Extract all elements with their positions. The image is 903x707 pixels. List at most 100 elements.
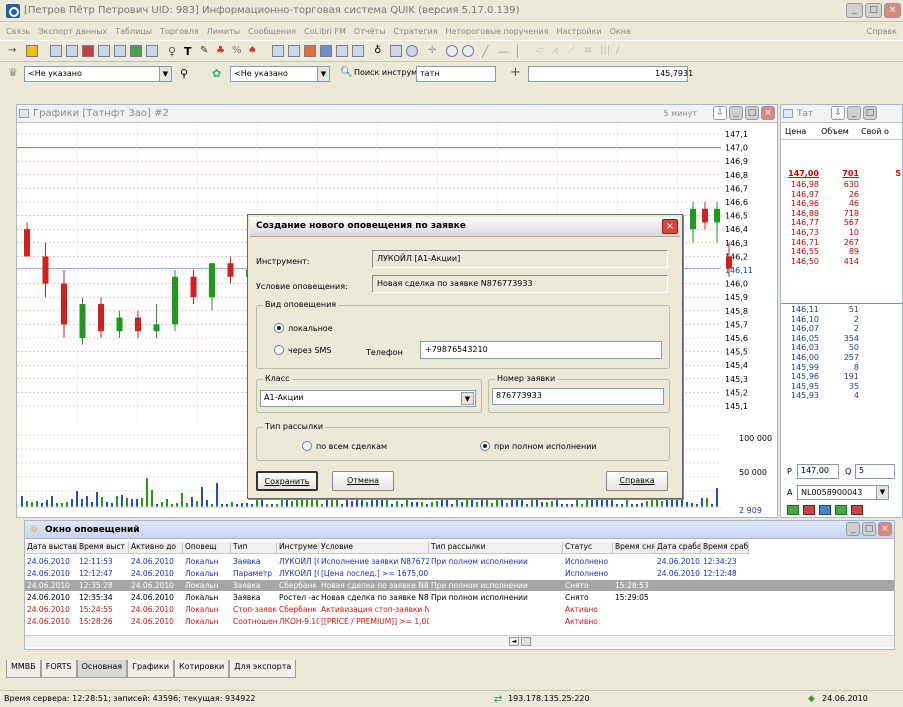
tab-3[interactable]: Графики <box>127 660 175 678</box>
chart-table-icon[interactable] <box>272 45 284 57</box>
timeframe-label[interactable]: 5 минут <box>664 109 698 118</box>
sell-row-volume[interactable]: 567 <box>821 218 859 227</box>
chevron-down-icon[interactable]: ▼ <box>317 67 329 81</box>
buy-row-volume[interactable]: 354 <box>821 334 859 343</box>
menu-item-help[interactable]: Справк <box>867 27 897 36</box>
radio-full-execution[interactable] <box>480 441 490 451</box>
column-header[interactable]: Оповещ <box>183 542 231 554</box>
alerts-minimize-button[interactable]: _ <box>846 522 860 536</box>
sell-row-price[interactable]: 146,98 <box>781 180 819 189</box>
col-volume-header[interactable]: Объем <box>821 127 861 136</box>
buy-row-price[interactable]: 146,00 <box>781 353 819 362</box>
vline-tool-icon[interactable]: │ <box>514 45 526 58</box>
chevron-down-icon[interactable]: ▼ <box>876 486 888 499</box>
buy-market-icon[interactable] <box>835 505 847 515</box>
channel-tool-icon[interactable]: ▱ <box>536 45 548 57</box>
tab-0[interactable]: ММВБ <box>6 660 41 678</box>
chart-maximize-button[interactable]: □ <box>745 106 759 120</box>
sell-row-price[interactable]: 146,96 <box>781 199 819 208</box>
menu-item-tables[interactable]: Таблицы <box>115 27 152 36</box>
column-header[interactable]: Активно до <box>129 542 183 554</box>
menu-item-connection[interactable]: Связь <box>6 27 30 36</box>
column-header[interactable]: Время срабат <box>701 542 749 554</box>
dialog-close-button[interactable]: × <box>662 219 678 234</box>
best-offer-price[interactable]: 147,00 <box>781 169 819 178</box>
buy-row-price[interactable]: 146,11 <box>781 305 819 314</box>
table2-icon[interactable] <box>66 45 78 57</box>
sell-row-price[interactable]: 146,55 <box>781 247 819 256</box>
plus-icon[interactable]: + <box>510 65 521 80</box>
chart-close-button[interactable]: × <box>761 106 775 120</box>
sell-row-volume[interactable]: 89 <box>821 247 859 256</box>
sell-row-price[interactable]: 146,97 <box>781 190 819 199</box>
buy-row-volume[interactable]: 2 <box>821 324 859 333</box>
sell-row-price[interactable]: 146,71 <box>781 238 819 247</box>
table-row[interactable]: 24.06.2010 12:12:47 24.06.2010 Локальн Парам… <box>25 568 894 579</box>
sell-row-price[interactable]: 146,88 <box>781 209 819 218</box>
buy-row-price[interactable]: 146,03 <box>781 343 819 352</box>
chevron-down-icon[interactable]: ▼ <box>159 67 171 81</box>
table-row[interactable]: 24.06.2010 12:11:53 24.06.2010 Локальн Заявк… <box>25 556 894 567</box>
lightbulb-icon[interactable]: ♀ <box>168 45 180 58</box>
save-button[interactable]: Сохранить <box>256 471 318 491</box>
menu-item-export[interactable]: Экспорт данных <box>38 27 107 36</box>
sell-row-volume[interactable]: 414 <box>821 257 859 266</box>
column-header[interactable]: Дата срабат <box>655 542 701 554</box>
menu-item-settings[interactable]: Настройки <box>556 27 601 36</box>
quantity-input[interactable]: 5 <box>855 464 895 479</box>
phone-input[interactable]: +79876543210 <box>420 341 662 359</box>
table-row[interactable]: 24.06.2010 15:28:26 24.06.2010 Локальн Соотн… <box>25 616 894 627</box>
buy-row-price[interactable]: 145,95 <box>781 382 819 391</box>
filter-icon[interactable]: ⚲ <box>180 67 188 80</box>
export-icon[interactable] <box>130 45 142 57</box>
table-icon[interactable] <box>50 45 62 57</box>
tab-2[interactable]: Основная <box>76 660 128 678</box>
chart4-icon[interactable] <box>320 45 332 57</box>
class-select[interactable]: А1-Акции ▼ <box>260 390 476 407</box>
chart-minimize-button[interactable]: _ <box>729 106 743 120</box>
alerts-maximize-button[interactable]: □ <box>862 522 876 536</box>
sell-row-price[interactable]: 146,50 <box>781 257 819 266</box>
buy-row-price[interactable]: 146,10 <box>781 315 819 324</box>
alert-icon[interactable]: ♠ <box>248 45 260 57</box>
radio-local[interactable] <box>274 323 284 333</box>
client-combo[interactable]: <Не указано ▼ <box>230 66 330 82</box>
text-tool-icon[interactable]: T <box>184 45 196 58</box>
order-number-input[interactable]: 876773933 <box>492 388 664 405</box>
sell-row-volume[interactable]: 10 <box>821 228 859 237</box>
ray-tool-icon[interactable]: / <box>616 45 628 57</box>
chart2-icon[interactable] <box>288 45 300 57</box>
quotes-maximize-button[interactable]: □ <box>863 106 877 120</box>
buy-row-volume[interactable]: 191 <box>821 372 859 381</box>
buy-row-price[interactable]: 146,05 <box>781 334 819 343</box>
column-header[interactable]: Время выст <box>77 542 129 554</box>
tab-4[interactable]: Котировки <box>174 660 230 678</box>
order-icon[interactable] <box>82 45 94 57</box>
radio-all-deals[interactable] <box>302 441 312 451</box>
grid-tool-icon[interactable]: ≡ <box>584 45 596 57</box>
buy-row-volume[interactable]: 51 <box>821 305 859 314</box>
table-row[interactable]: 24.06.2010 15:24:55 24.06.2010 Локальн Стоп-… <box>25 604 894 615</box>
price-input[interactable]: 147,00 <box>797 464 839 479</box>
buy-row-volume[interactable]: 8 <box>821 363 859 372</box>
menu-item-strategy[interactable]: Стратегия <box>394 27 438 36</box>
column-header[interactable]: Время снятия <box>613 542 655 554</box>
deals-icon[interactable] <box>114 45 126 57</box>
window-icon[interactable] <box>146 45 158 57</box>
menu-item-messages[interactable]: Сообщения <box>248 27 296 36</box>
clock-icon[interactable] <box>406 45 418 57</box>
radio-full-execution-label[interactable]: при полном исполнении <box>494 442 597 451</box>
buy-row-volume[interactable]: 257 <box>821 353 859 362</box>
sell-row-volume[interactable]: 267 <box>821 238 859 247</box>
chevron-down-icon[interactable]: ▼ <box>461 392 474 405</box>
arc-tool-icon[interactable]: ⟋ <box>568 45 580 57</box>
menu-item-reports[interactable]: Отчёты <box>354 27 386 36</box>
buy-row-price[interactable]: 146,07 <box>781 324 819 333</box>
alerts-close-button[interactable]: × <box>878 522 892 536</box>
col-price-header[interactable]: Цена <box>785 127 821 136</box>
crosshair-icon[interactable]: ✛ <box>428 45 440 57</box>
tab-1[interactable]: FORTS <box>40 660 77 678</box>
minimize-button[interactable]: _ <box>846 3 863 18</box>
scroll-left-icon[interactable]: ◄ <box>509 637 519 646</box>
scroll-thumb[interactable] <box>521 637 531 646</box>
